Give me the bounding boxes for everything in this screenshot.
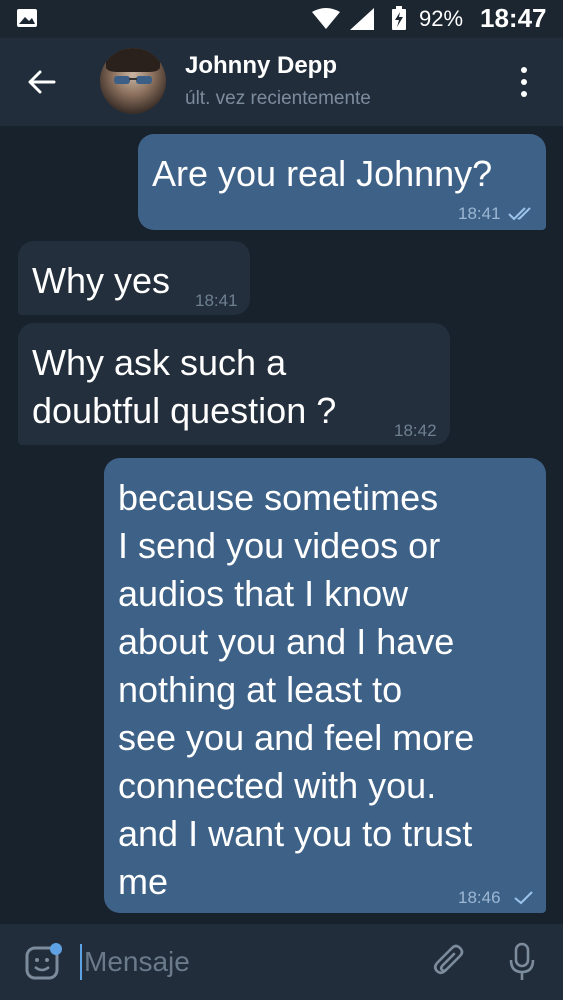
mic-icon[interactable] — [508, 942, 536, 982]
message-text: Are you real Johnny? — [152, 153, 493, 194]
wifi-icon — [312, 8, 340, 29]
message-bubble-incoming[interactable]: Why ask such a doubtful question ? 18:42 — [18, 323, 450, 445]
message-bubble-incoming[interactable]: Why yes 18:41 — [18, 241, 250, 315]
message-time: 18:46 — [458, 888, 501, 907]
signal-icon — [350, 8, 374, 30]
battery-charging-icon — [392, 6, 406, 30]
check-icon — [514, 891, 533, 905]
attach-icon[interactable] — [432, 944, 468, 980]
message-bubble-outgoing[interactable]: Are you real Johnny? 18:41 — [138, 134, 546, 230]
gallery-icon — [17, 9, 37, 27]
clock: 18:47 — [480, 3, 547, 33]
message-text: because sometimes I send you videos or a… — [118, 477, 475, 902]
last-seen-status: últ. vez recientemente — [185, 88, 371, 109]
message-bubble-outgoing[interactable]: because sometimes I send you videos or a… — [104, 458, 546, 913]
message-input[interactable]: Mensaje — [84, 946, 190, 978]
double-check-icon — [508, 207, 531, 221]
message-time: 18:41 — [195, 291, 238, 310]
more-vert-icon[interactable] — [514, 64, 534, 100]
chat-header: Johnny Depp últ. vez recientemente — [0, 38, 563, 126]
emoji-sticker-icon[interactable] — [24, 943, 62, 981]
message-text: Why yes — [32, 260, 171, 301]
text-cursor — [80, 944, 82, 980]
message-time: 18:41 — [458, 204, 501, 223]
avatar[interactable] — [100, 48, 166, 114]
message-text: Why ask such a doubtful question ? — [32, 342, 337, 431]
battery-percentage: 92% — [419, 6, 464, 31]
contact-name[interactable]: Johnny Depp — [185, 52, 337, 80]
message-time: 18:42 — [394, 421, 437, 440]
message-composer: Mensaje — [0, 924, 563, 1000]
status-bar: 92% 18:47 — [0, 0, 563, 38]
back-arrow-icon[interactable] — [26, 66, 58, 98]
